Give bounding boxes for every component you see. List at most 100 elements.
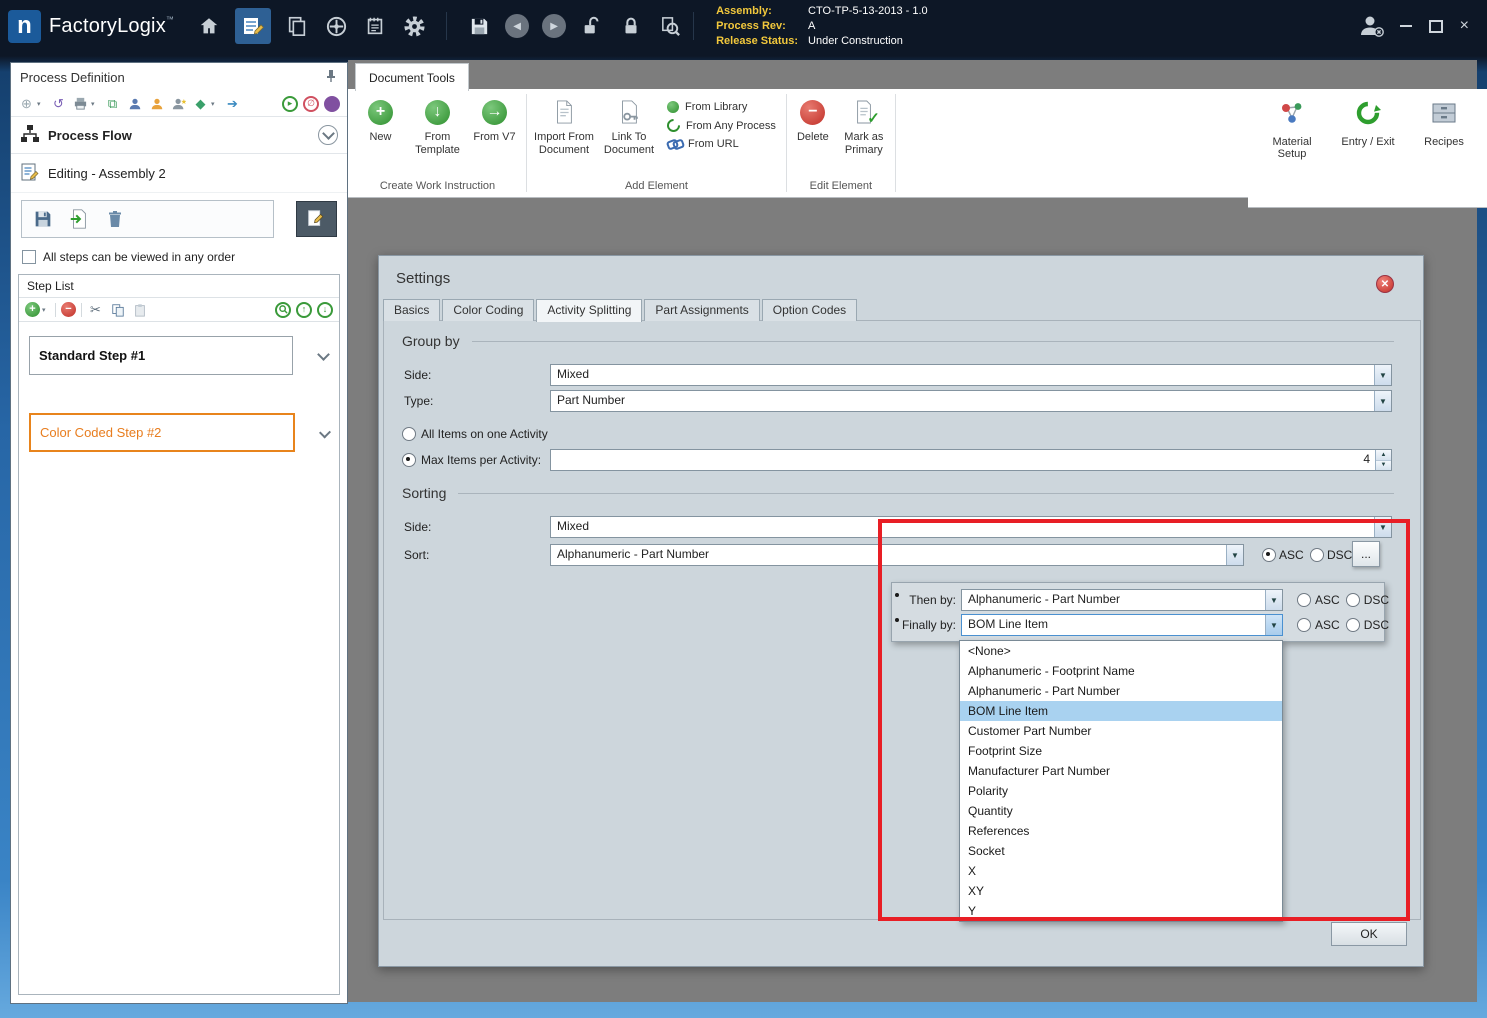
sort-select[interactable]: Alphanumeric - Part Number▼ <box>550 544 1244 566</box>
record-icon[interactable] <box>324 96 340 112</box>
save-icon[interactable] <box>466 13 492 39</box>
process-flow-header[interactable]: Process Flow <box>11 117 347 154</box>
print-icon[interactable] <box>72 95 89 112</box>
sort-dsc-radio[interactable] <box>1310 548 1324 562</box>
tab-document-tools[interactable]: Document Tools <box>355 63 469 91</box>
sorting-side-select[interactable]: Mixed▼ <box>550 516 1392 538</box>
add-menu-caret[interactable]: ▾ <box>37 100 45 108</box>
home-icon[interactable] <box>196 13 222 39</box>
user-blue-icon[interactable] <box>126 95 143 112</box>
package-menu-caret[interactable]: ▾ <box>211 100 219 108</box>
user-star-icon[interactable]: ★ <box>170 95 187 112</box>
dropdown-option[interactable]: Y <box>960 901 1282 921</box>
user-orange-icon[interactable] <box>148 95 165 112</box>
search-process-icon[interactable] <box>657 13 683 39</box>
save-step-button[interactable] <box>27 204 59 234</box>
expand-tree-icon[interactable]: ⧉ <box>104 95 121 112</box>
dropdown-option-selected[interactable]: BOM Line Item <box>960 701 1282 721</box>
dropdown-arrow-icon[interactable]: ▼ <box>1374 365 1391 385</box>
side-select[interactable]: Mixed▼ <box>550 364 1392 386</box>
new-button[interactable]: + New <box>352 98 409 144</box>
forward-icon[interactable]: ▶ <box>542 14 566 38</box>
lock-icon[interactable] <box>618 13 644 39</box>
dropdown-option[interactable]: Customer Part Number <box>960 721 1282 741</box>
dropdown-option[interactable]: Alphanumeric - Footprint Name <box>960 661 1282 681</box>
copy-icon[interactable] <box>109 301 126 318</box>
routing-icon[interactable] <box>323 13 349 39</box>
dropdown-option[interactable]: Socket <box>960 841 1282 861</box>
dropdown-option[interactable]: References <box>960 821 1282 841</box>
package-icon[interactable]: ◆ <box>192 95 209 112</box>
documents-icon[interactable] <box>284 13 310 39</box>
add-step-icon[interactable]: + <box>25 302 40 317</box>
dropdown-option[interactable]: Polarity <box>960 781 1282 801</box>
step-item-color-coded[interactable]: Color Coded Step #2 <box>29 413 295 452</box>
finally-by-asc-radio[interactable] <box>1297 618 1311 632</box>
mark-as-primary-button[interactable]: ✓ Mark as Primary <box>836 98 892 156</box>
delete-document-button[interactable] <box>99 204 131 234</box>
zoom-step-icon[interactable] <box>275 302 291 318</box>
back-icon[interactable]: ◀ <box>505 14 529 38</box>
type-select[interactable]: Part Number▼ <box>550 390 1392 412</box>
dropdown-arrow-icon[interactable]: ▼ <box>1226 545 1243 565</box>
dialog-close-icon[interactable]: ✕ <box>1376 275 1394 293</box>
dropdown-option[interactable]: Footprint Size <box>960 741 1282 761</box>
paste-icon[interactable] <box>131 301 148 318</box>
dropdown-option[interactable]: <None> <box>960 641 1282 661</box>
dropdown-arrow-icon[interactable]: ▼ <box>1374 391 1391 411</box>
recipes-button[interactable]: Recipes <box>1412 99 1476 207</box>
maximize-button[interactable] <box>1429 20 1443 33</box>
more-sort-options-button[interactable]: ... <box>1352 541 1380 567</box>
logout-user-icon[interactable] <box>1356 11 1386 41</box>
add-icon[interactable]: ⊕ <box>18 95 35 112</box>
dropdown-arrow-icon[interactable]: ▼ <box>1265 590 1282 610</box>
delete-element-button[interactable]: − Delete <box>790 98 836 144</box>
step-expand-chevron[interactable] <box>319 426 331 438</box>
release-icon[interactable]: ▸ <box>282 96 298 112</box>
dropdown-option[interactable]: Quantity <box>960 801 1282 821</box>
undo-icon[interactable]: ↺ <box>50 95 67 112</box>
dropdown-option[interactable]: Alphanumeric - Part Number <box>960 681 1282 701</box>
tab-color-coding[interactable]: Color Coding <box>442 299 534 321</box>
gear-icon[interactable] <box>401 13 427 39</box>
add-step-caret[interactable]: ▾ <box>42 306 50 314</box>
material-setup-button[interactable]: Material Setup <box>1260 99 1324 207</box>
pin-icon[interactable] <box>324 69 338 86</box>
unlock-icon[interactable] <box>579 13 605 39</box>
from-url-link[interactable]: From URL <box>667 138 776 150</box>
then-by-dsc-radio[interactable] <box>1346 593 1360 607</box>
collapse-icon[interactable] <box>318 125 338 145</box>
from-v7-button[interactable]: → From V7 <box>466 98 523 144</box>
max-items-radio[interactable] <box>402 453 416 467</box>
edit-mode-button[interactable] <box>296 201 337 237</box>
sort-asc-radio[interactable] <box>1262 548 1276 562</box>
then-by-asc-radio[interactable] <box>1297 593 1311 607</box>
notes-icon[interactable] <box>362 13 388 39</box>
dropdown-arrow-icon[interactable]: ▼ <box>1374 517 1391 537</box>
spinner-down-icon[interactable]: ▼ <box>1376 461 1391 471</box>
move-up-icon[interactable]: ↑ <box>296 302 312 318</box>
from-template-button[interactable]: ↓ From Template <box>409 98 466 156</box>
dropdown-option[interactable]: Manufacturer Part Number <box>960 761 1282 781</box>
finally-by-dsc-radio[interactable] <box>1346 618 1360 632</box>
move-down-icon[interactable]: ↓ <box>317 302 333 318</box>
tab-part-assignments[interactable]: Part Assignments <box>644 299 759 321</box>
minimize-button[interactable] <box>1400 25 1412 27</box>
from-library-link[interactable]: From Library <box>667 101 776 113</box>
from-any-process-link[interactable]: From Any Process <box>667 119 776 132</box>
ok-button[interactable]: OK <box>1331 922 1407 946</box>
tab-option-codes[interactable]: Option Codes <box>762 299 857 321</box>
step-expand-chevron[interactable] <box>317 348 330 361</box>
tab-activity-splitting[interactable]: Activity Splitting <box>536 299 642 322</box>
dropdown-option[interactable]: X <box>960 861 1282 881</box>
process-definition-icon[interactable] <box>235 8 271 44</box>
then-by-select[interactable]: Alphanumeric - Part Number▼ <box>961 589 1283 611</box>
step-item-standard[interactable]: Standard Step #1 <box>29 336 293 375</box>
export-icon[interactable]: ➔ <box>224 95 241 112</box>
dropdown-option[interactable]: XY <box>960 881 1282 901</box>
max-items-spinner[interactable]: 4 ▲▼ <box>550 449 1392 471</box>
all-items-radio[interactable] <box>402 427 416 441</box>
cut-icon[interactable]: ✂ <box>87 301 104 318</box>
any-order-checkbox[interactable] <box>22 250 36 264</box>
import-from-document-button[interactable]: Import From Document <box>530 98 598 156</box>
